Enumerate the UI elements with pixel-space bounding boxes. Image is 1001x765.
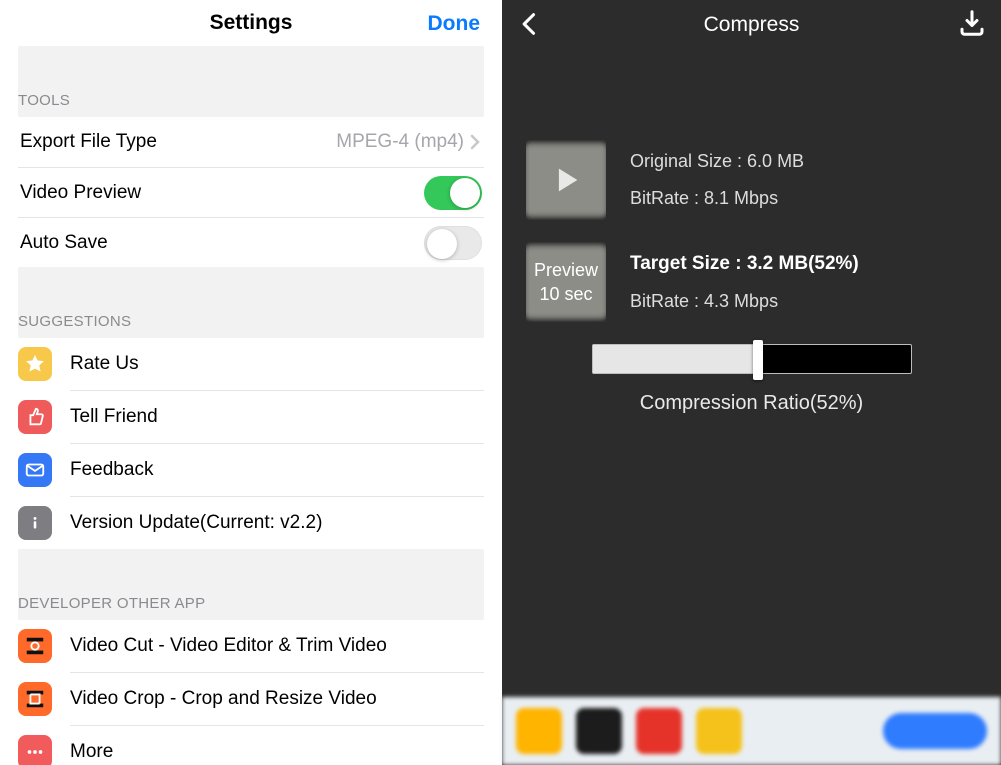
ad-tile-icon [576,708,622,754]
auto-save-toggle[interactable] [424,226,482,260]
ad-tile-icon [516,708,562,754]
feedback-row[interactable]: Feedback [18,444,484,496]
compress-title: Compress [704,13,800,37]
suggestions-section-label: SUGGESTIONS [18,299,484,338]
version-update-label: Version Update(Current: v2.2) [70,512,322,534]
star-icon [18,347,52,381]
video-preview-label: Video Preview [18,182,141,204]
video-crop-icon [18,682,52,716]
video-cut-row[interactable]: Video Cut - Video Editor & Trim Video [18,620,484,672]
target-video-row: Preview 10 sec Target Size : 3.2 MB(52%)… [526,242,977,322]
tell-friend-row[interactable]: Tell Friend [18,391,484,443]
settings-header: Settings Done [0,0,502,46]
chevron-right-icon [470,134,480,150]
feedback-label: Feedback [70,459,153,481]
export-file-type-row[interactable]: Export File Type MPEG-4 (mp4) [18,117,484,167]
video-crop-row[interactable]: Video Crop - Crop and Resize Video [18,673,484,725]
export-file-type-label: Export File Type [18,131,157,153]
auto-save-row: Auto Save [18,217,484,267]
more-label: More [70,741,113,763]
info-icon [18,506,52,540]
video-crop-label: Video Crop - Crop and Resize Video [70,688,377,710]
original-size-label: Original Size : 6.0 MB [630,151,804,172]
more-icon [18,735,52,765]
preview-thumb-line2: 10 sec [539,282,592,306]
more-row[interactable]: More [18,726,484,765]
play-icon [549,163,583,197]
ad-banner[interactable] [502,697,1001,765]
ad-tile-icon [636,708,682,754]
settings-title: Settings [210,11,293,35]
video-preview-toggle[interactable] [424,176,482,210]
thumbs-up-icon [18,400,52,434]
target-size-label: Target Size : 3.2 MB(52%) [630,253,859,275]
rate-us-row[interactable]: Rate Us [18,338,484,390]
auto-save-label: Auto Save [18,232,108,254]
compression-ratio-label: Compression Ratio(52%) [640,392,863,415]
slider-thumb-icon[interactable] [753,340,763,380]
original-thumbnail[interactable] [526,140,606,220]
original-bitrate-label: BitRate : 8.1 Mbps [630,188,804,209]
rate-us-label: Rate Us [70,353,139,375]
ad-cta-button[interactable] [883,713,987,749]
export-file-type-value: MPEG-4 (mp4) [336,131,464,153]
mail-icon [18,453,52,487]
version-update-row[interactable]: Version Update(Current: v2.2) [18,497,484,549]
tell-friend-label: Tell Friend [70,406,158,428]
done-button[interactable]: Done [428,12,481,36]
compress-screen: Compress Original Size : 6.0 MB BitRate … [502,0,1001,765]
target-bitrate-label: BitRate : 4.3 Mbps [630,291,859,312]
back-button[interactable] [516,10,544,38]
video-preview-row: Video Preview [18,167,484,217]
video-cut-icon [18,629,52,663]
compress-header: Compress [502,0,1001,50]
settings-screen: Settings Done TOOLS Export File Type MPE… [0,0,502,765]
tools-section-label: TOOLS [18,78,484,117]
video-cut-label: Video Cut - Video Editor & Trim Video [70,635,387,657]
ad-tile-icon [696,708,742,754]
preview-thumbnail[interactable]: Preview 10 sec [526,242,606,322]
original-video-row: Original Size : 6.0 MB BitRate : 8.1 Mbp… [526,140,977,220]
preview-thumb-line1: Preview [534,258,598,282]
compression-slider[interactable] [592,344,912,374]
download-button[interactable] [957,8,987,38]
devapps-section-label: DEVELOPER OTHER APP [18,581,484,620]
